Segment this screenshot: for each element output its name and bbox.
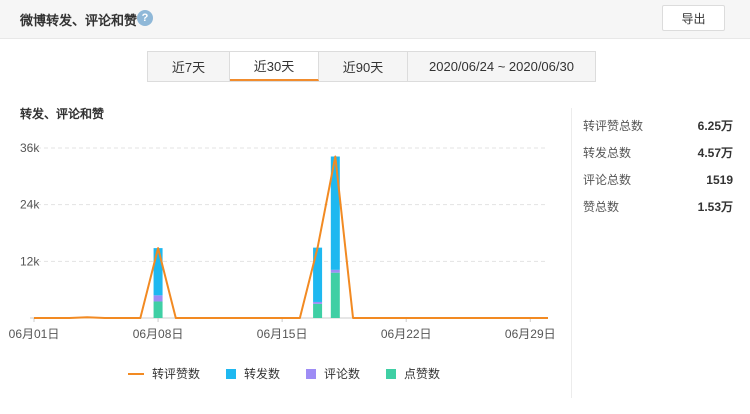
- stats-panel: 转评赞总数 6.25万 转发总数 4.57万 评论总数 1519 赞总数 1.5…: [583, 117, 733, 225]
- y-tick-label: 24k: [20, 198, 40, 212]
- tab-90-days[interactable]: 近90天: [319, 52, 408, 81]
- legend-label: 转发数: [244, 367, 281, 381]
- header-bar: 微博转发、评论和赞 ? 导出: [0, 0, 750, 39]
- legend-box-swatch: [386, 368, 397, 379]
- date-range-tabs: 近7天 近30天 近90天 2020/06/24 ~ 2020/06/30: [147, 51, 596, 82]
- legend-line-swatch: [128, 372, 144, 375]
- legend-item-reposts[interactable]: 转发数: [226, 365, 280, 382]
- bar-segment: [330, 269, 340, 273]
- legend-box-swatch: [306, 368, 317, 379]
- stat-comments: 评论总数 1519: [583, 171, 733, 198]
- stat-value: 1.53万: [697, 200, 733, 214]
- stat-value: 4.57万: [697, 146, 733, 160]
- question-mark-icon[interactable]: ?: [137, 10, 153, 26]
- export-button[interactable]: 导出: [662, 5, 725, 31]
- y-tick-label: 36k: [20, 141, 40, 155]
- legend-item-total[interactable]: 转评赞数: [128, 365, 200, 382]
- tab-30-days[interactable]: 近30天: [230, 52, 319, 81]
- x-tick-label: 06月08日: [133, 327, 184, 341]
- tab-7-days[interactable]: 近7天: [148, 52, 230, 81]
- legend-item-likes[interactable]: 点赞数: [386, 365, 440, 382]
- x-tick-label: 06月15日: [257, 327, 308, 341]
- x-tick-label: 06月29日: [505, 327, 556, 341]
- bar-segment: [153, 301, 163, 318]
- bar-segment: [313, 301, 323, 304]
- legend-label: 评论数: [324, 367, 361, 381]
- page-title: 微博转发、评论和赞: [20, 13, 138, 28]
- total-series-line: [34, 155, 548, 319]
- chart-section-title: 转发、评论和赞: [20, 107, 105, 121]
- tab-custom-range[interactable]: 2020/06/24 ~ 2020/06/30: [408, 52, 595, 81]
- stat-total: 转评赞总数 6.25万: [583, 117, 733, 144]
- stat-label: 转发总数: [583, 146, 632, 160]
- engagement-chart: 36k 24k 12k 06月01日 06月08日 06月15日 06月22日 06月29日: [9, 141, 556, 341]
- bar-segment: [313, 303, 323, 318]
- bar-segment: [313, 247, 323, 302]
- divider: [571, 108, 572, 398]
- stat-value: 6.25万: [697, 119, 733, 133]
- legend-item-comments[interactable]: 评论数: [306, 365, 360, 382]
- legend-label: 转评赞数: [152, 367, 201, 381]
- bar-segment: [153, 248, 163, 296]
- bar-segment: [330, 272, 340, 318]
- bar-segment: [153, 295, 163, 302]
- stat-likes: 赞总数 1.53万: [583, 198, 733, 225]
- stat-reposts: 转发总数 4.57万: [583, 144, 733, 171]
- chart-legend: 转评赞数 转发数 评论数 点赞数: [128, 365, 440, 382]
- legend-box-swatch: [226, 368, 237, 379]
- stat-value: 1519: [706, 173, 733, 187]
- y-tick-label: 12k: [20, 254, 40, 268]
- stat-label: 赞总数: [583, 200, 620, 214]
- stat-label: 转评赞总数: [583, 119, 644, 133]
- stat-label: 评论总数: [583, 173, 632, 187]
- x-tick-label: 06月01日: [9, 327, 60, 341]
- legend-label: 点赞数: [404, 367, 441, 381]
- x-tick-label: 06月22日: [381, 327, 432, 341]
